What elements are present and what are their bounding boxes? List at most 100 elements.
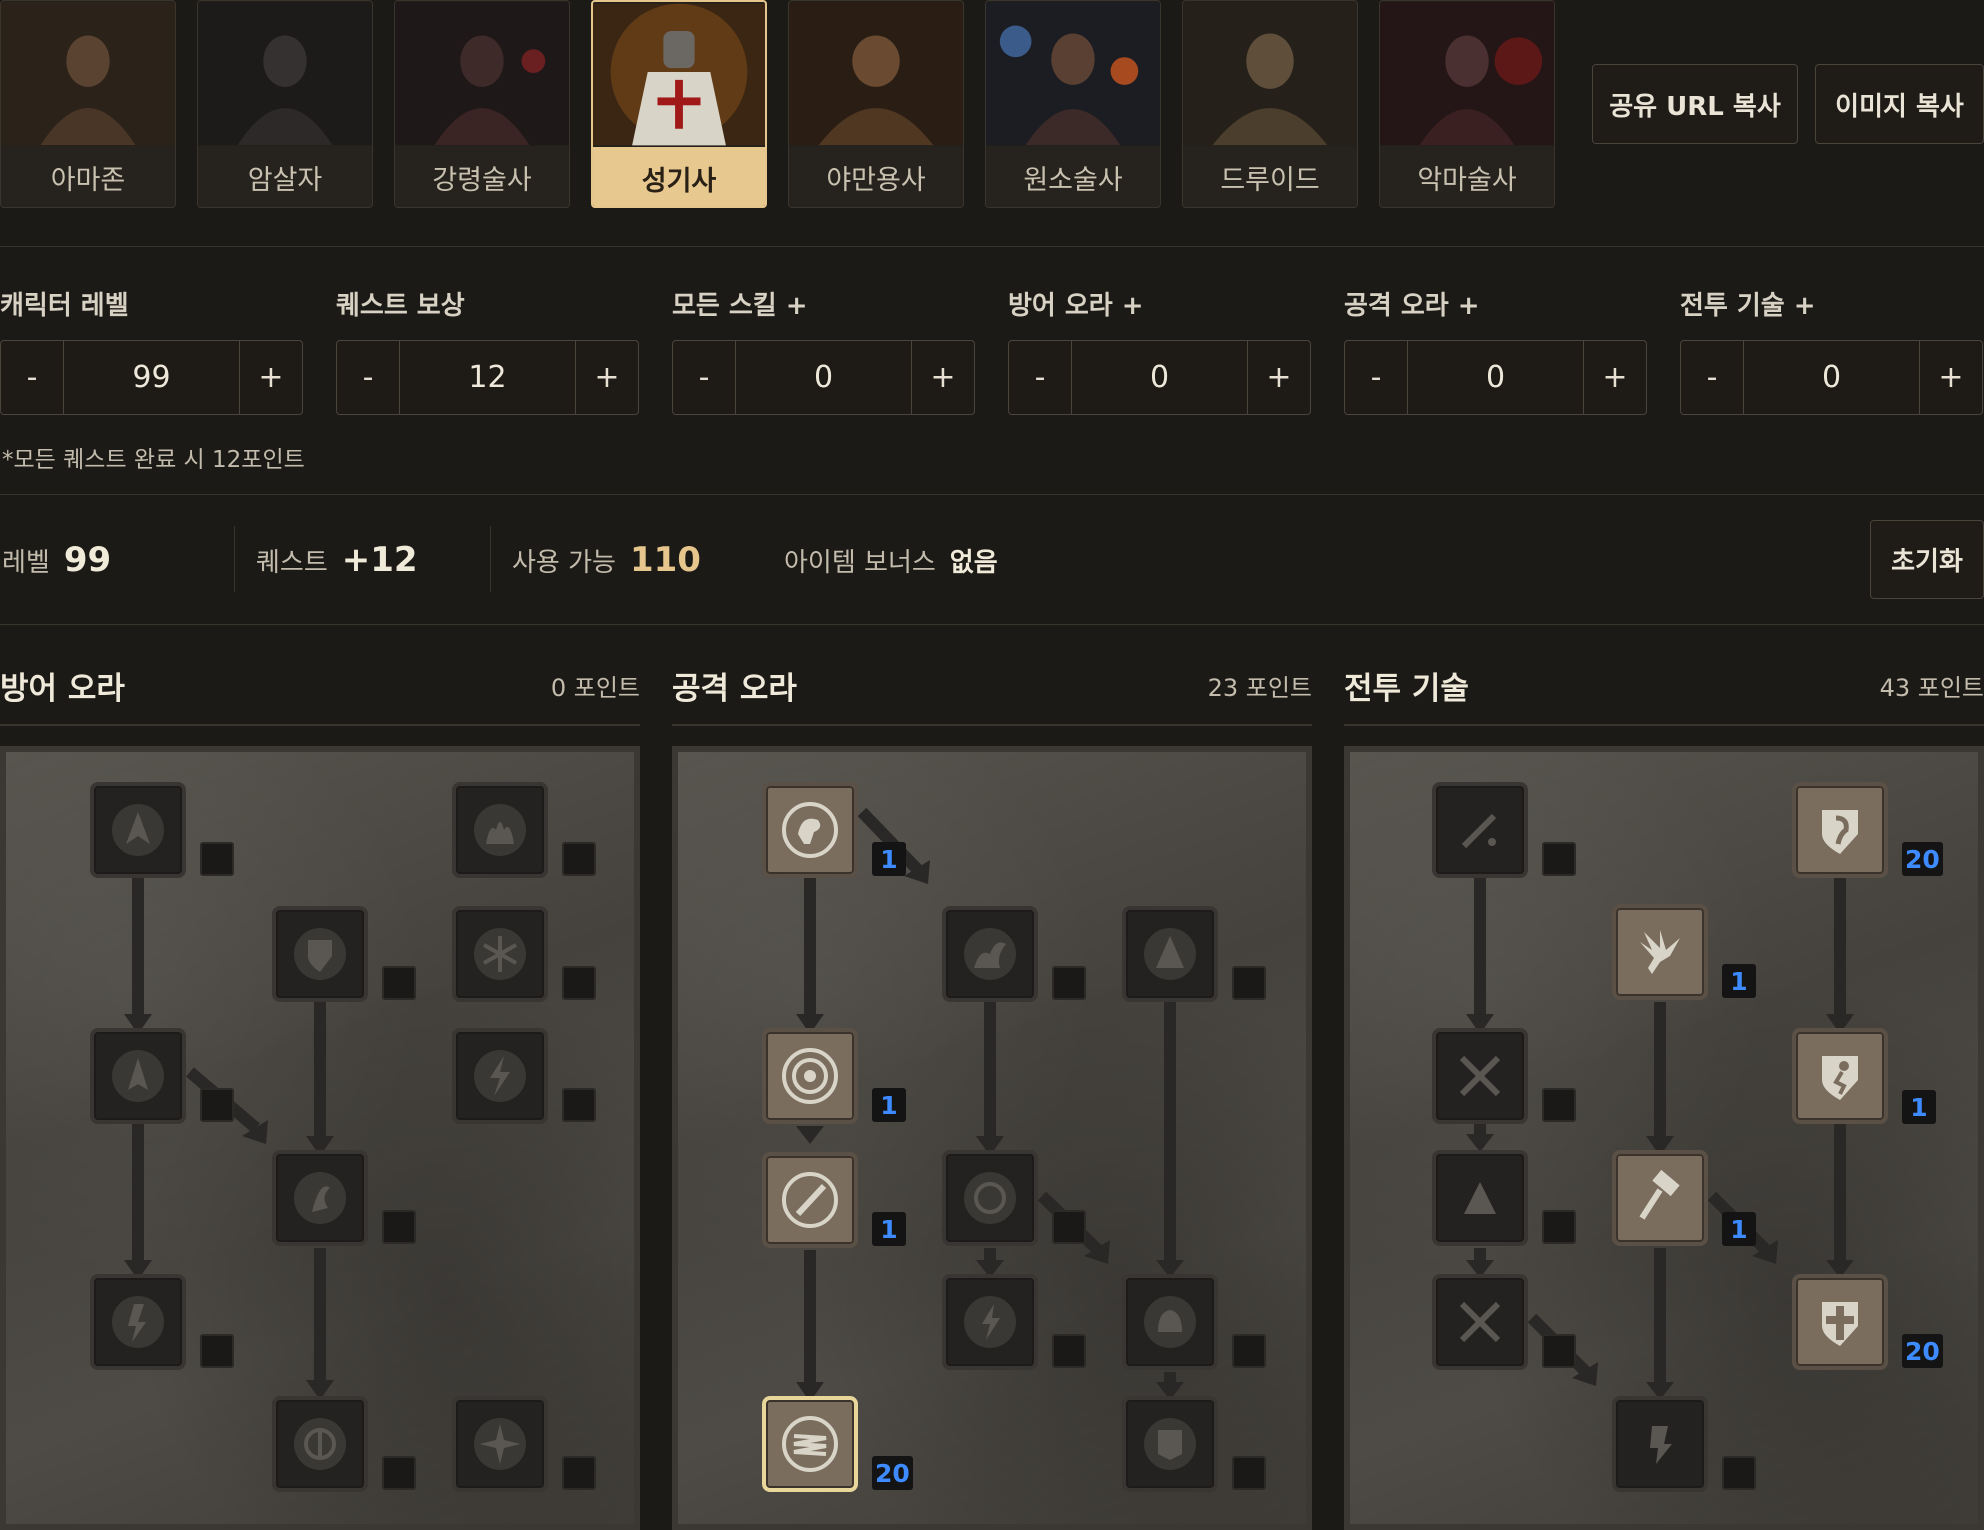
tree-points: 23 포인트 — [1207, 673, 1312, 702]
increment-button[interactable]: + — [1248, 341, 1310, 414]
quest-summary-value: +12 — [341, 540, 418, 580]
skill-redemption[interactable] — [272, 1396, 368, 1492]
skill-conversion[interactable] — [1432, 1274, 1528, 1370]
skill-vigor[interactable] — [272, 1150, 368, 1246]
skill-prayer[interactable] — [90, 782, 186, 878]
decrement-button[interactable]: - — [1, 341, 63, 414]
skill-might[interactable] — [762, 782, 858, 878]
skill-smite[interactable] — [1792, 782, 1888, 878]
character-level-stepper: - 99 + — [0, 340, 303, 415]
defensive-auras-value[interactable]: 0 — [1071, 341, 1248, 414]
class-tab-sorceress[interactable]: 원소술사 — [985, 0, 1161, 208]
class-tab-warlock[interactable]: 악마술사 — [1379, 0, 1555, 208]
skill-sacrifice[interactable] — [1432, 782, 1528, 878]
skill-fist-of-the-heavens[interactable] — [1612, 1396, 1708, 1492]
sorceress-portrait — [986, 1, 1160, 146]
decrement-button[interactable]: - — [337, 341, 399, 414]
copy-image-button[interactable]: 이미지 복사 — [1815, 64, 1984, 144]
quest-reward-value[interactable]: 12 — [399, 341, 576, 414]
decrement-button[interactable]: - — [1345, 341, 1407, 414]
skill-vengeance[interactable] — [1432, 1150, 1528, 1246]
skill-salvation[interactable] — [452, 1396, 548, 1492]
skill-defiance[interactable] — [272, 906, 368, 1002]
all-skills-label: 모든 스킬 + — [672, 291, 808, 321]
decrement-button[interactable]: - — [1009, 341, 1071, 414]
skill-level-box — [562, 842, 596, 876]
skill-holy-shield[interactable] — [1792, 1274, 1888, 1370]
class-tab-barbarian[interactable]: 야만용사 — [788, 0, 964, 208]
class-label: 아마존 — [1, 146, 175, 207]
offensive-auras-tree: 1 1 1 20 — [672, 746, 1312, 1530]
increment-button[interactable]: + — [240, 341, 302, 414]
defensive-auras-label: 방어 오라 + — [1008, 291, 1144, 321]
skill-holy-fire[interactable] — [942, 906, 1038, 1002]
decrement-button[interactable]: - — [673, 341, 735, 414]
level-summary-value: 99 — [63, 540, 112, 580]
skill-resist-lightning[interactable] — [452, 1028, 548, 1124]
skill-fanaticism[interactable] — [762, 1396, 858, 1492]
skill-blessed-hammer[interactable] — [1612, 1150, 1708, 1246]
class-tab-amazon[interactable]: 아마존 — [0, 0, 176, 208]
class-label: 악마술사 — [1380, 146, 1554, 207]
skill-sanctuary[interactable] — [1122, 1274, 1218, 1370]
skill-charge[interactable] — [1792, 1028, 1888, 1124]
available-summary-value: 110 — [629, 540, 701, 580]
skill-level-box — [382, 966, 416, 1000]
skill-level-box — [1542, 842, 1576, 876]
resist-fire-icon — [474, 804, 526, 856]
offensive-auras-value[interactable]: 0 — [1407, 341, 1584, 414]
skill-thorns[interactable] — [1122, 906, 1218, 1002]
skill-holy-shock[interactable] — [942, 1274, 1038, 1370]
snowflake-icon — [474, 928, 526, 980]
skill-resist-cold[interactable] — [452, 906, 548, 1002]
skill-level-value: 1 — [872, 842, 906, 876]
skill-conviction[interactable] — [1122, 1396, 1218, 1492]
class-tab-druid[interactable]: 드루이드 — [1182, 0, 1358, 208]
meditation-icon — [112, 1296, 164, 1348]
divider — [234, 526, 235, 592]
skill-level-box — [1542, 1088, 1576, 1122]
increment-button[interactable]: + — [576, 341, 638, 414]
skill-level-box — [200, 1334, 234, 1368]
skill-concentration[interactable] — [942, 1150, 1038, 1246]
skill-blessed-aim[interactable] — [762, 1152, 858, 1248]
tree-title: 전투 기술 — [1344, 670, 1469, 707]
character-level-value[interactable]: 99 — [63, 341, 240, 414]
increment-button[interactable]: + — [912, 341, 974, 414]
divider — [490, 526, 491, 592]
increment-button[interactable]: + — [1920, 341, 1982, 414]
class-tab-paladin[interactable]: 성기사 — [591, 0, 767, 208]
skill-meditation[interactable] — [90, 1274, 186, 1370]
skill-holy-bolt[interactable] — [1612, 904, 1708, 1000]
skill-level-box — [200, 842, 234, 876]
class-tab-assassin[interactable]: 암살자 — [197, 0, 373, 208]
available-summary-label: 사용 가능 — [512, 547, 616, 578]
skill-cleansing[interactable] — [90, 1028, 186, 1124]
all-skills-value[interactable]: 0 — [735, 341, 912, 414]
class-tab-necromancer[interactable]: 강령술사 — [394, 0, 570, 208]
skill-resist-fire[interactable] — [452, 782, 548, 878]
skill-level-value: 20 — [1902, 842, 1943, 876]
copy-share-url-button[interactable]: 공유 URL 복사 — [1592, 64, 1798, 144]
skill-holy-freeze[interactable] — [762, 1028, 858, 1124]
skill-level-box — [1052, 1210, 1086, 1244]
combat-skills-value[interactable]: 0 — [1743, 341, 1920, 414]
tree-points: 43 포인트 — [1879, 673, 1984, 702]
combat-skills-stepper: - 0 + — [1680, 340, 1983, 415]
skill-level-box — [562, 1088, 596, 1122]
increment-button[interactable]: + — [1584, 341, 1646, 414]
divider — [1344, 724, 1984, 726]
class-label: 원소술사 — [986, 146, 1160, 207]
reset-button[interactable]: 초기화 — [1870, 520, 1984, 599]
charge-icon — [1822, 1056, 1858, 1100]
offensive-auras-label: 공격 오라 + — [1344, 291, 1480, 321]
shield-bash-icon — [1822, 810, 1858, 854]
tree-points: 0 포인트 — [550, 673, 640, 702]
divider — [672, 724, 1312, 726]
skill-zeal[interactable] — [1432, 1028, 1528, 1124]
decrement-button[interactable]: - — [1681, 341, 1743, 414]
divider — [0, 494, 1984, 495]
crossed-swords-icon — [1459, 1055, 1501, 1097]
character-level-label: 캐릭터 레벨 — [0, 291, 129, 321]
skill-level-box — [1052, 1334, 1086, 1368]
